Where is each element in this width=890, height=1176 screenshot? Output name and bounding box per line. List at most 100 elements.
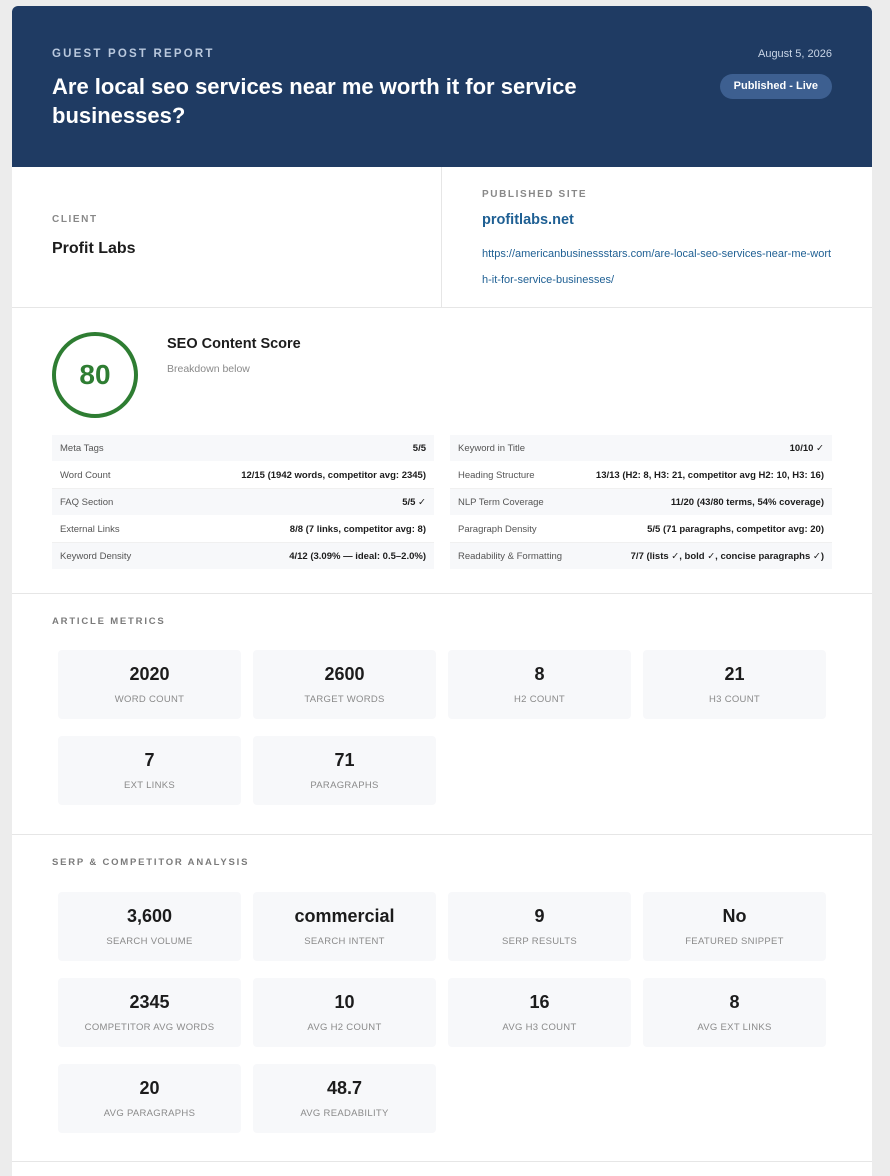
- breakdown-row: Keyword Density 4/12 (3.09% — ideal: 0.5–…: [52, 543, 434, 570]
- serp-value: 2345: [129, 992, 170, 1012]
- metric-label: H2 COUNT: [514, 694, 565, 705]
- serp-tile: 10 AVG H2 COUNT: [253, 978, 436, 1047]
- serp-tile: 3,600 SEARCH VOLUME: [58, 892, 241, 961]
- serp-value: 20: [139, 1078, 160, 1098]
- serp-label: AVG PARAGRAPHS: [103, 1108, 196, 1119]
- metric-label: TARGET WORDS: [304, 694, 385, 705]
- serp-value: 8: [729, 992, 740, 1012]
- report-date: August 5, 2026: [757, 48, 832, 60]
- score-ring: 80: [52, 332, 138, 418]
- breakdown-row: External Links 8/8 (7 links, competitor a…: [52, 516, 434, 543]
- serp-value: 3,600: [126, 906, 173, 926]
- breakdown-value: 12/15 (1942 words, competitor avg: 2345): [241, 469, 426, 481]
- metric-value: 2600: [324, 664, 365, 684]
- breakdown-label: Heading Structure: [458, 469, 535, 481]
- serp-tile: No FEATURED SNIPPET: [643, 892, 826, 961]
- metric-value: 71: [334, 750, 355, 770]
- breakdown-value: 5/5 (71 paragraphs, competitor avg: 20): [647, 523, 824, 535]
- metric-label: WORD COUNT: [114, 694, 185, 705]
- serp-tile: 20 AVG PARAGRAPHS: [58, 1064, 241, 1133]
- serp-label: AVG EXT LINKS: [697, 1022, 772, 1033]
- breakdown-row: Paragraph Density 5/5 (71 paragraphs, com…: [450, 516, 832, 543]
- breakdown-value: 10/10 ✓: [789, 442, 824, 454]
- serp-label: SEARCH VOLUME: [106, 936, 193, 947]
- serp-value: 10: [334, 992, 355, 1012]
- report-kicker: GUEST POST REPORT: [52, 48, 215, 60]
- article-metrics-section: ARTICLE METRICS 2020 WORD COUNT 2600 TARGE…: [12, 594, 872, 835]
- breakdown-right: Keyword in Title 10/10 ✓ Heading Structur…: [450, 435, 832, 570]
- serp-tile: 48.7 AVG READABILITY: [253, 1064, 436, 1133]
- metric-value: 2020: [129, 664, 170, 684]
- breakdown-row: Readability & Formatting 7/7 (lists ✓, bo…: [450, 543, 832, 570]
- serp-label: AVG H3 COUNT: [502, 1022, 577, 1033]
- metric-value: 7: [144, 750, 155, 770]
- breakdown-row: Heading Structure 13/13 (H2: 8, H3: 21, c…: [450, 462, 832, 489]
- breakdown-row: FAQ Section 5/5 ✓: [52, 489, 434, 516]
- breakdown-value: 7/7 (lists ✓, bold ✓, concise paragraphs…: [630, 550, 824, 562]
- breakdown-label: Readability & Formatting: [458, 550, 563, 562]
- breakdown-label: Keyword in Title: [458, 442, 526, 454]
- serp-value: 9: [534, 906, 545, 926]
- breakdown-value: 5/5 ✓: [402, 496, 426, 508]
- breakdown-value: 13/13 (H2: 8, H3: 21, competitor avg H2:…: [595, 469, 824, 481]
- site-name-link[interactable]: profitlabs.net: [482, 212, 574, 228]
- score-subtitle: Breakdown below: [167, 363, 250, 375]
- breakdown-label: NLP Term Coverage: [458, 496, 544, 508]
- breakdown-row: Meta Tags 5/5: [52, 435, 434, 462]
- breakdown-label: Keyword Density: [60, 550, 132, 562]
- serp-label: AVG H2 COUNT: [307, 1022, 382, 1033]
- metric-tile: 21 H3 COUNT: [643, 650, 826, 719]
- metric-label: H3 COUNT: [709, 694, 760, 705]
- report-card: GUEST POST REPORT Are local seo services…: [12, 6, 872, 1176]
- serp-label: COMPETITOR AVG WORDS: [84, 1022, 215, 1033]
- article-metrics-title: ARTICLE METRICS: [52, 616, 166, 627]
- metric-value: 8: [534, 664, 545, 684]
- metric-tile: 7 EXT LINKS: [58, 736, 241, 805]
- breakdown-row: Word Count 12/15 (1942 words, competitor …: [52, 462, 434, 489]
- serp-value: 48.7: [326, 1078, 363, 1098]
- metric-tile: 71 PARAGRAPHS: [253, 736, 436, 805]
- breakdown-value: 8/8 (7 links, competitor avg: 8): [289, 523, 426, 535]
- score-value: 80: [79, 359, 111, 390]
- serp-value: 16: [529, 992, 550, 1012]
- breakdown-label: Meta Tags: [60, 442, 104, 454]
- metric-tile: 8 H2 COUNT: [448, 650, 631, 719]
- serp-value: commercial: [294, 906, 395, 926]
- client-panel: CLIENT Profit Labs: [12, 167, 442, 307]
- metric-value: 21: [724, 664, 745, 684]
- breakdown-label: FAQ Section: [60, 496, 114, 508]
- published-site-panel: PUBLISHED SITE profitlabs.net https://am…: [442, 167, 872, 307]
- serp-tile: commercial SEARCH INTENT: [253, 892, 436, 961]
- article-url-link[interactable]: https://americanbusinessstars.com/are-lo…: [482, 241, 832, 293]
- published-site-label: PUBLISHED SITE: [482, 189, 588, 200]
- serp-label: FEATURED SNIPPET: [685, 936, 784, 947]
- client-label: CLIENT: [52, 214, 98, 225]
- client-name: Profit Labs: [52, 240, 136, 257]
- seo-score-section: 80 SEO Content Score Breakdown below Met…: [12, 308, 872, 594]
- breakdown-value: 4/12 (3.09% — ideal: 0.5–2.0%): [289, 550, 426, 562]
- breakdown-label: External Links: [60, 523, 120, 535]
- breakdown-value: 5/5: [412, 442, 426, 454]
- report-title: Are local seo services near me worth it …: [52, 74, 577, 128]
- serp-label: SERP RESULTS: [501, 936, 578, 947]
- metric-tile: 2020 WORD COUNT: [58, 650, 241, 719]
- breakdown-row: NLP Term Coverage 11/20 (43/80 terms, 54%…: [450, 489, 832, 516]
- serp-tile: 16 AVG H3 COUNT: [448, 978, 631, 1047]
- serp-tile: 9 SERP RESULTS: [448, 892, 631, 961]
- breakdown-label: Word Count: [60, 469, 111, 481]
- serp-analysis-section: SERP & COMPETITOR ANALYSIS 3,600 SEARCH V…: [12, 835, 872, 1162]
- serp-label: AVG READABILITY: [300, 1108, 389, 1119]
- serp-label: SEARCH INTENT: [304, 936, 385, 947]
- metric-tile: 2600 TARGET WORDS: [253, 650, 436, 719]
- metric-label: EXT LINKS: [123, 780, 176, 791]
- breakdown-value: 11/20 (43/80 terms, 54% coverage): [670, 496, 824, 508]
- serp-analysis-title: SERP & COMPETITOR ANALYSIS: [52, 857, 250, 868]
- client-site-row: CLIENT Profit Labs PUBLISHED SITE profit…: [12, 167, 872, 308]
- serp-tile: 2345 COMPETITOR AVG WORDS: [58, 978, 241, 1047]
- breakdown-left: Meta Tags 5/5 Word Count 12/15 (1942 words…: [52, 435, 434, 570]
- breakdown-label: Paragraph Density: [458, 523, 537, 535]
- breakdown-row: Keyword in Title 10/10 ✓: [450, 435, 832, 462]
- serp-tile: 8 AVG EXT LINKS: [643, 978, 826, 1047]
- metric-label: PARAGRAPHS: [310, 780, 379, 791]
- score-title: SEO Content Score: [167, 336, 301, 352]
